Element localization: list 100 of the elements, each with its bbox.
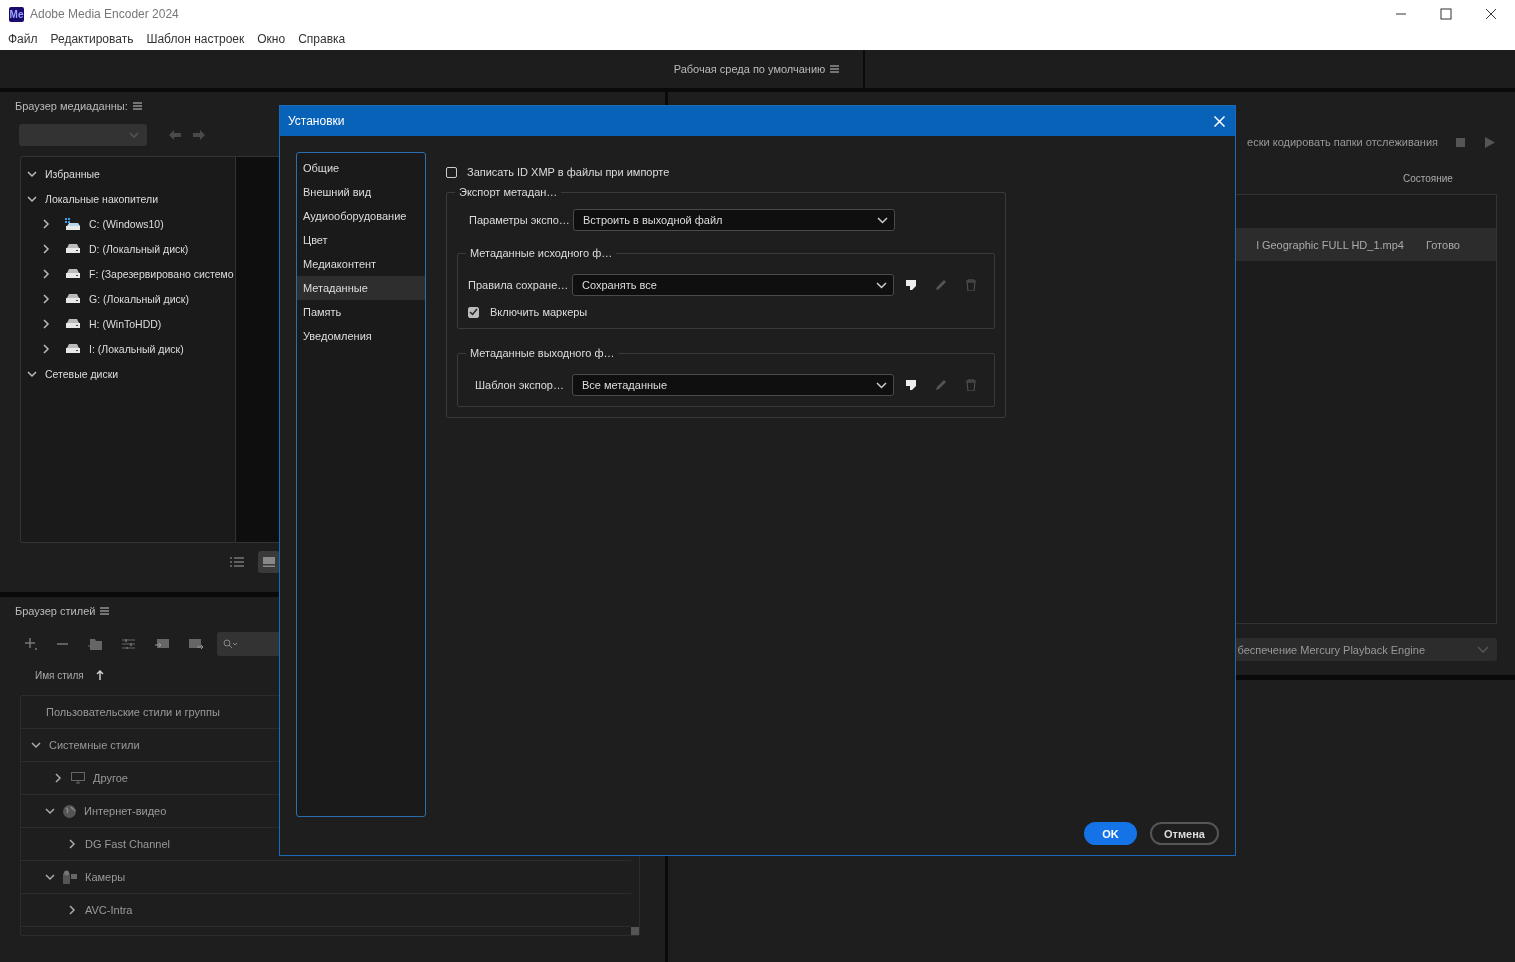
checkbox-label: Записать ID XMP в файлы при импорте [467, 166, 670, 178]
globe-icon [63, 804, 76, 818]
drive-icon [65, 217, 81, 230]
chevron-icon [876, 381, 887, 389]
tree-item[interactable]: Локальные накопители [21, 186, 235, 211]
camera-icon [63, 870, 77, 884]
resize-handle[interactable] [631, 927, 639, 935]
menu-item[interactable]: Файл [8, 32, 38, 46]
tree-item[interactable]: Системные стили [49, 739, 140, 751]
category-item[interactable]: Память [297, 300, 425, 324]
category-item[interactable]: Цвет [297, 228, 425, 252]
dialog-button[interactable]: OK [1084, 822, 1138, 845]
search-icon [223, 639, 237, 649]
export-options-dropdown[interactable]: Встроить в выходной файл [573, 209, 895, 231]
category-item[interactable]: Общие [297, 156, 425, 180]
chevron-icon [876, 281, 887, 289]
group-title: Метаданные исходного ф… [466, 247, 617, 259]
chevron-icon[interactable] [53, 773, 63, 783]
group-title: Метаданные выходного ф… [466, 347, 619, 359]
thumbnail-view-button[interactable] [258, 551, 280, 573]
panel-title: Браузер медиаданны: [15, 100, 128, 112]
thumbnail-icon [263, 557, 275, 567]
chevron-icon[interactable] [31, 740, 41, 750]
sort-arrow-icon[interactable] [95, 670, 104, 680]
chevron-icon[interactable] [45, 806, 55, 816]
tree-item[interactable]: F: (Зарезервировано системо [21, 261, 235, 286]
chevron-icon[interactable] [27, 168, 37, 179]
tree-item[interactable]: D: (Локальный диск) [21, 236, 235, 261]
column-header[interactable]: Имя стиля [35, 669, 84, 681]
group-title: Экспорт метадан… [455, 186, 562, 198]
add-icon[interactable] [25, 638, 37, 650]
chevron-icon[interactable] [45, 872, 55, 882]
maximize-icon[interactable] [1440, 8, 1452, 20]
category-item[interactable]: Внешний вид [297, 180, 425, 204]
tree-item[interactable]: Интернет-видео [84, 805, 167, 817]
tree-item[interactable]: H: (WinToHDD) [21, 311, 235, 336]
field-label: Параметры экспо… [469, 214, 571, 226]
dialog-title: Установки [288, 114, 345, 128]
template-dropdown[interactable]: Все метаданные [572, 374, 894, 396]
drive-icon [65, 294, 81, 303]
checkbox-label: Включить маркеры [490, 306, 588, 318]
tree-item[interactable]: DG Fast Channel [85, 838, 170, 850]
chevron-icon[interactable] [41, 218, 51, 229]
chevron-icon [1477, 646, 1489, 653]
list-view-icon[interactable] [230, 557, 244, 567]
new-preset-icon[interactable] [906, 280, 916, 290]
export-icon[interactable] [189, 638, 203, 650]
category-item[interactable]: Метаданные [297, 276, 425, 300]
category-item[interactable]: Медиаконтент [297, 252, 425, 276]
menu-item[interactable]: Редактировать [50, 32, 134, 46]
tree-item[interactable]: Другое [93, 772, 128, 784]
monitor-icon [71, 772, 85, 784]
tree-item[interactable]: C: (Windows10) [21, 211, 235, 236]
import-icon[interactable] [155, 638, 169, 650]
folder-icon[interactable] [88, 638, 102, 650]
tree-item[interactable]: AVC-Intra [85, 904, 133, 916]
tree-item[interactable]: Камеры [85, 871, 126, 883]
chevron-icon [877, 216, 888, 224]
checkbox[interactable] [468, 306, 479, 318]
chevron-icon[interactable] [41, 268, 51, 279]
tree-item[interactable]: G: (Локальный диск) [21, 286, 235, 311]
chevron-icon[interactable] [27, 368, 37, 379]
menu-icon[interactable] [132, 102, 142, 110]
new-preset-icon[interactable] [906, 380, 916, 390]
auto-encode-label: ески кодировать папки отслеживания [1247, 136, 1438, 148]
chevron-icon[interactable] [27, 193, 37, 204]
category-item[interactable]: Аудиооборудование [297, 204, 425, 228]
chevron-icon[interactable] [67, 905, 77, 915]
chevron-icon[interactable] [41, 243, 51, 254]
drive-icon [65, 344, 81, 353]
drive-icon [65, 269, 81, 278]
app-logo: Me [9, 6, 24, 22]
category-item[interactable]: Уведомления [297, 324, 425, 348]
menu-item[interactable]: Шаблон настроек [146, 32, 245, 46]
menu-item[interactable]: Окно [257, 32, 286, 46]
dialog-button[interactable]: Отмена [1150, 822, 1219, 845]
chevron-icon[interactable] [41, 293, 51, 304]
column-header[interactable]: Состояние [1403, 172, 1497, 184]
workspace-label[interactable]: Рабочая среда по умолчанию [673, 63, 826, 75]
checkbox[interactable] [446, 166, 457, 178]
drive-icon [65, 319, 81, 328]
panel-title: Браузер стилей [15, 605, 96, 617]
chevron-icon[interactable] [67, 839, 77, 849]
tree-item[interactable]: Сетевые диски [21, 361, 235, 386]
settings-icon[interactable] [122, 639, 135, 649]
chevron-icon[interactable] [41, 318, 51, 329]
tree-item[interactable]: Пользовательские стили и группы [46, 706, 220, 718]
drive-icon [65, 244, 81, 253]
window-title: Adobe Media Encoder 2024 [30, 7, 179, 21]
tree-item[interactable]: Избранные [21, 161, 235, 186]
menu-item[interactable]: Справка [298, 32, 346, 46]
rules-dropdown[interactable]: Сохранять все [572, 274, 894, 296]
field-label: Шаблон экспор… [473, 379, 565, 391]
menu-icon[interactable] [830, 65, 840, 73]
chevron-icon[interactable] [41, 343, 51, 354]
tree-item[interactable]: I: (Локальный диск) [21, 336, 235, 361]
close-icon[interactable] [1485, 8, 1497, 20]
menu-icon[interactable] [100, 607, 110, 615]
chevron-icon [129, 132, 139, 138]
field-label: Правила сохране… [468, 279, 570, 291]
